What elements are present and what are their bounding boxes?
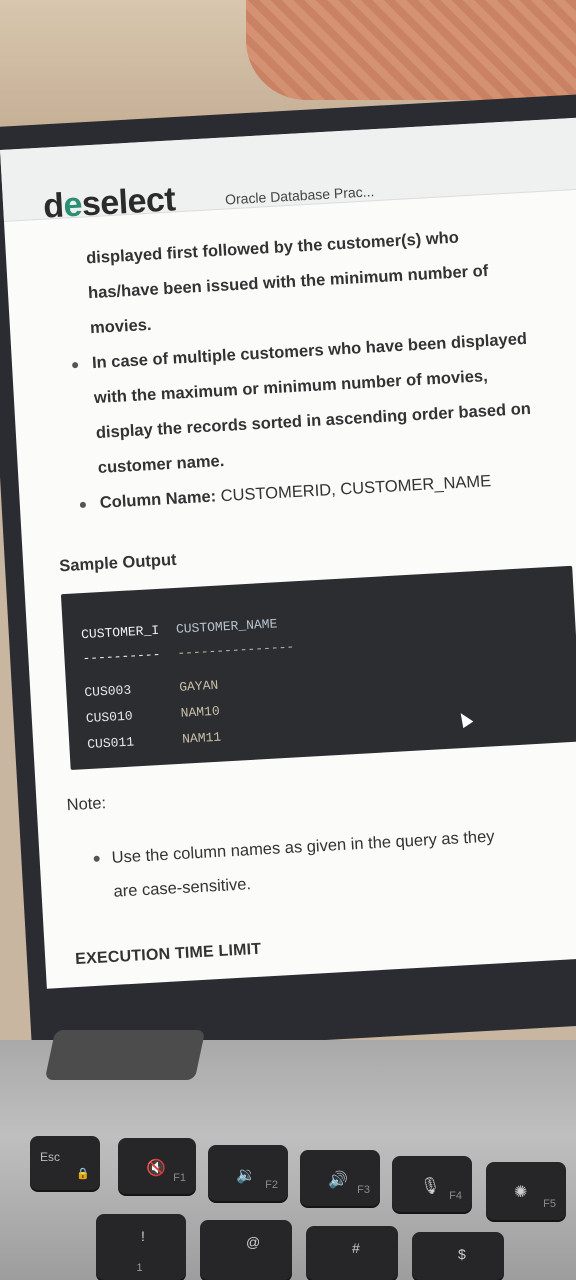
laptop-screen: deselect Oracle Database Prac... display… (0, 116, 576, 989)
column-header: CUSTOMER_I (80, 622, 160, 642)
f3-label: F3 (357, 1184, 370, 1196)
esc-key-label: Esc (40, 1150, 61, 1164)
app-logo[interactable]: deselect (42, 180, 176, 226)
customer-id-cell: CUS010 (85, 707, 134, 726)
sample-output-console: CUSTOMER_I CUSTOMER_NAME ---------- ----… (60, 565, 576, 771)
problem-content: displayed first followed by the customer… (35, 215, 576, 989)
customer-id-cell: CUS003 (83, 682, 132, 700)
mic-mute-icon: 🎙 (420, 1178, 441, 1195)
key-3-symbol: # (352, 1240, 360, 1256)
key-3[interactable]: # (306, 1226, 398, 1280)
keyboard-backlight-icon: ✺ (514, 1184, 528, 1201)
mute-icon: 🔇 (146, 1160, 166, 1177)
f4-key[interactable]: 🎙 F4 (392, 1156, 472, 1212)
breadcrumb[interactable]: Oracle Database Prac... (225, 183, 375, 207)
lock-icon: 🔒 (76, 1168, 90, 1180)
f5-key[interactable]: ✺ F5 (486, 1162, 566, 1220)
key-2[interactable]: @ (200, 1220, 292, 1280)
f5-label: F5 (543, 1198, 556, 1210)
column-name-label: Column Name: (99, 487, 217, 512)
f1-key[interactable]: 🔇 F1 (118, 1138, 196, 1194)
f4-label: F4 (449, 1190, 462, 1202)
logo-prefix: d (42, 186, 65, 226)
column-name-value: CUSTOMERID, CUSTOMER_NAME (220, 472, 492, 506)
laptop-hinge (44, 1030, 206, 1080)
note-bullet: Use the column names as given in the que… (69, 814, 576, 911)
customer-name-cell: NAM10 (180, 703, 221, 721)
key-2-symbol: @ (246, 1234, 261, 1250)
customer-name-cell: NAM11 (181, 729, 222, 747)
f2-label: F2 (265, 1179, 278, 1191)
separator-dash: --------------- (176, 638, 295, 661)
logo-suffix: select (80, 180, 177, 224)
key-1-symbol: ! (141, 1228, 145, 1244)
key-4[interactable]: $ (412, 1232, 504, 1280)
key-4-symbol: $ (458, 1246, 466, 1262)
f3-key[interactable]: 🔊 F3 (300, 1150, 380, 1206)
f1-label: F1 (173, 1172, 186, 1184)
note-title: Note: (66, 794, 107, 815)
key-1[interactable]: ! 1 (96, 1214, 186, 1280)
key-1-number: 1 (136, 1262, 143, 1274)
column-header: CUSTOMER_NAME (175, 615, 278, 637)
customer-id-cell: CUS011 (86, 733, 135, 752)
logo-accent: e (62, 185, 83, 225)
volume-down-icon: 🔉 (236, 1167, 256, 1184)
esc-key[interactable]: Esc 🔒 (30, 1136, 100, 1190)
separator-dash: ---------- (82, 646, 161, 666)
background-fabric (246, 0, 576, 100)
volume-up-icon: 🔊 (328, 1172, 348, 1189)
customer-name-cell: GAYAN (178, 677, 219, 695)
f2-key[interactable]: 🔉 F2 (208, 1145, 288, 1201)
